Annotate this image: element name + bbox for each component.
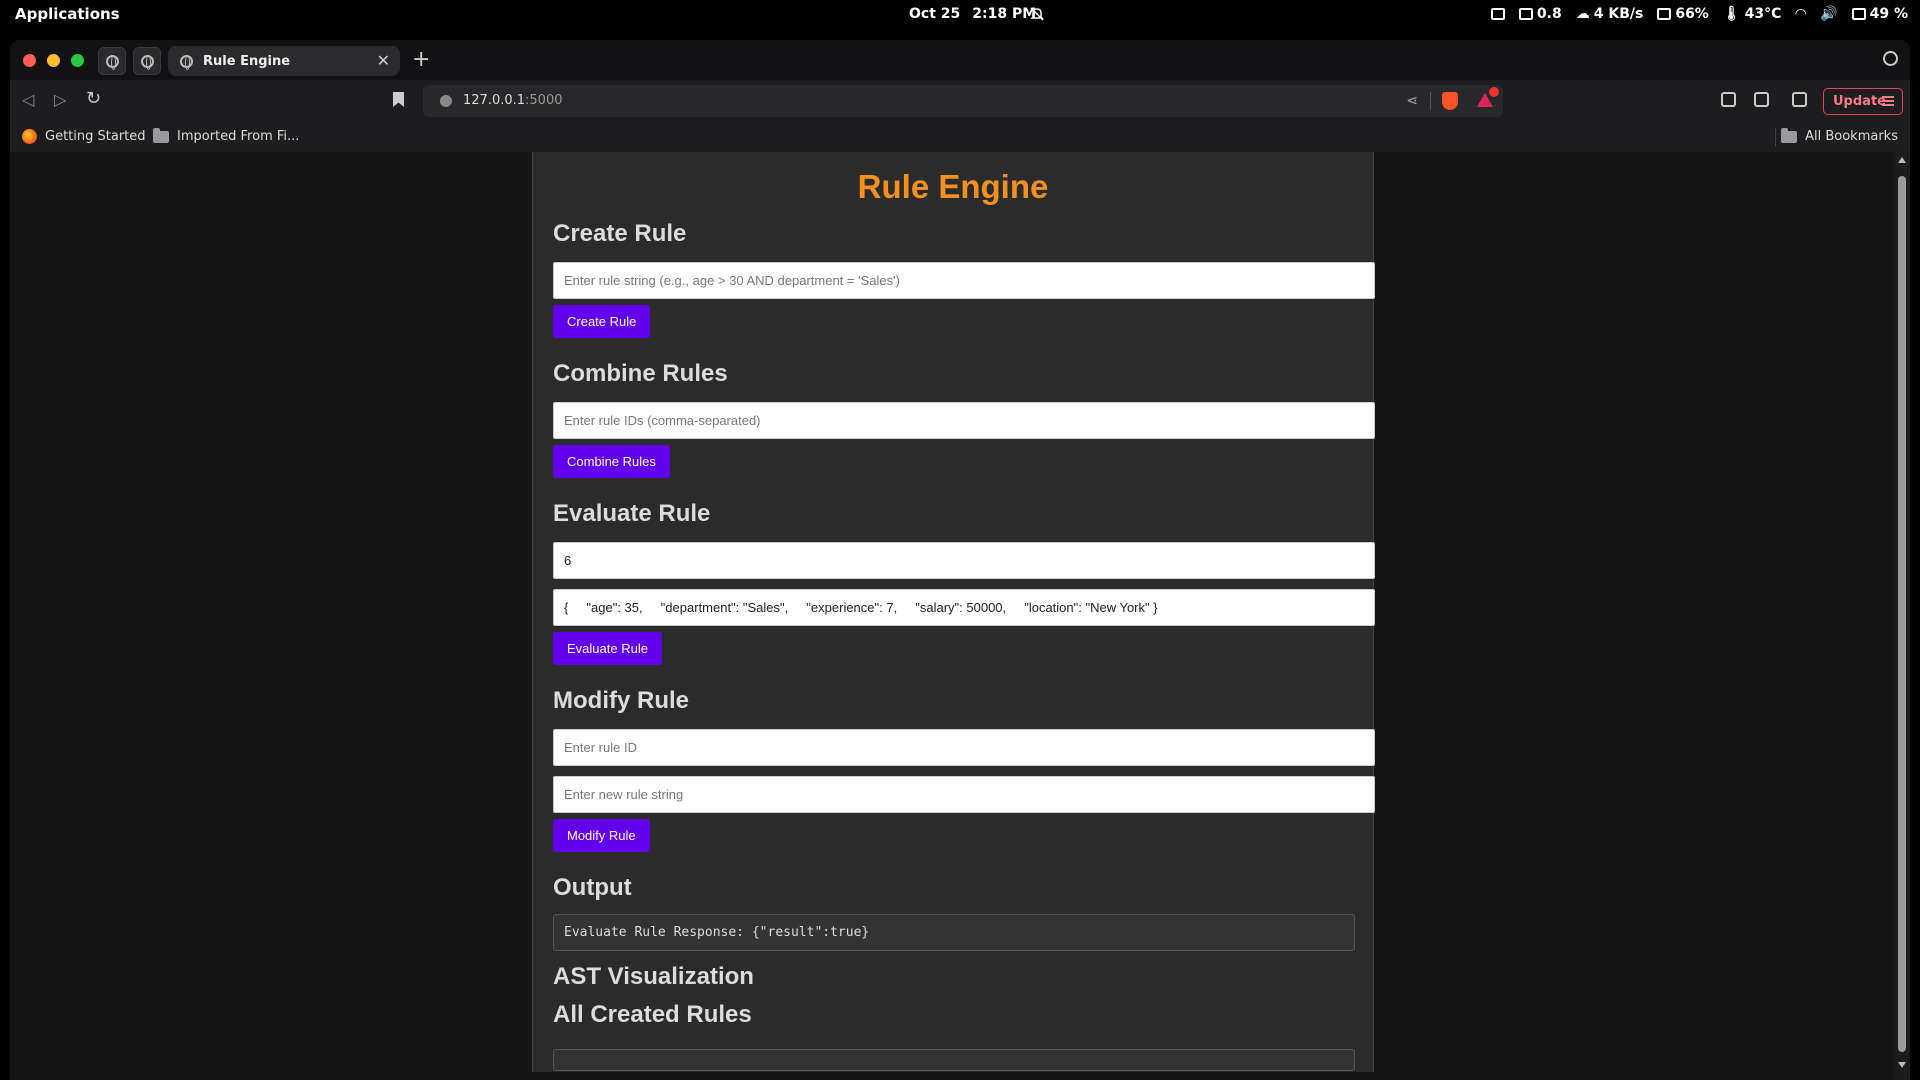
page-title: Rule Engine [857,168,1049,205]
tab-rule-engine[interactable]: Rule Engine ✕ [168,46,400,76]
new-rule-string-input[interactable] [553,776,1375,813]
applications-menu[interactable]: Applications [15,5,120,23]
sidebar-icon[interactable] [1754,92,1769,107]
battery-icon [1851,8,1866,20]
rule-string-input[interactable] [553,262,1375,299]
page-scrollbar[interactable] [1894,152,1910,1080]
modify-rule-id-input[interactable] [553,729,1375,766]
globe-icon [180,54,193,70]
ast-visualization-heading: AST Visualization [553,963,754,990]
system-top-bar: Applications Oct 25 2:18 PM 0.8 ☁ 4 KB/s 6… [0,0,1920,30]
modify-rule-button[interactable]: Modify Rule [553,819,650,852]
new-tab-button[interactable]: + [412,47,430,72]
tab-title: Rule Engine [203,53,291,69]
hamburger-menu-icon [1882,96,1894,106]
evaluate-rule-heading: Evaluate Rule [553,500,711,527]
rule-ids-input[interactable] [553,402,1375,439]
minimize-window-button[interactable] [47,54,60,67]
bookmarks-bar: Getting Started Imported From Fi... All … [10,122,1910,152]
time-label: 2:18 PM [972,6,1037,22]
maximize-window-button[interactable] [71,54,84,67]
firefox-icon [22,129,37,144]
site-info-icon[interactable] [440,95,452,107]
combine-rules-heading: Combine Rules [553,360,728,387]
create-rule-button[interactable]: Create Rule [553,305,651,338]
bookmark-imported-folder[interactable]: Imported From Fi... [153,127,299,144]
divider [1430,92,1431,110]
network-indicator: ☁ 4 KB/s [1575,6,1644,22]
workspace-icon[interactable] [1490,8,1505,20]
tab-search-icon[interactable] [1883,51,1898,66]
temperature-indicator: 🌡 43°C [1722,6,1782,22]
volume-icon[interactable]: 🔊 [1820,6,1837,22]
load-indicator: 0.8 [1518,6,1562,22]
scroll-down-icon[interactable] [1898,1062,1906,1068]
evaluate-rule-button[interactable]: Evaluate Rule [553,632,662,665]
address-bar[interactable]: 127.0.0.1:5000 ⋖ [423,85,1503,117]
globe-icon [140,54,154,70]
wifi-icon[interactable]: ◠ [1795,6,1806,22]
close-window-button[interactable] [23,54,36,67]
extensions-icon[interactable] [1721,92,1736,107]
rule-engine-panel: Rule Engine Create Rule Create Rule Comb… [532,152,1375,1072]
share-icon[interactable]: ⋖ [1406,93,1418,109]
globe-icon [105,54,119,70]
pinned-tab-2[interactable] [133,47,161,75]
all-bookmarks[interactable]: All Bookmarks [1781,127,1898,144]
combine-rules-button[interactable]: Combine Rules [553,445,670,478]
clock[interactable]: Oct 25 2:18 PM [909,6,1048,22]
monitor-icon [1518,8,1533,20]
system-indicators: 0.8 ☁ 4 KB/s 66% 🌡 43°C ◠ 🔊 49 % [1490,6,1908,22]
thermometer-icon: 🌡 [1722,6,1741,22]
battery-indicator[interactable]: 49 % [1851,6,1908,22]
bookmark-getting-started[interactable]: Getting Started [22,129,146,144]
browser-toolbar: ◁ ▷ ↻ 127.0.0.1:5000 ⋖ Update [10,80,1910,122]
output-heading: Output [553,874,632,901]
scroll-thumb[interactable] [1898,176,1906,1052]
close-tab-icon[interactable]: ✕ [377,51,390,70]
wallet-icon[interactable] [1792,92,1807,107]
forward-icon[interactable]: ▷ [54,90,66,109]
page-viewport: Rule Engine Create Rule Create Rule Comb… [10,152,1910,1080]
divider [1775,128,1776,146]
modify-rule-heading: Modify Rule [553,687,689,714]
scroll-up-icon[interactable] [1898,157,1906,163]
notifications-off-icon[interactable] [1029,6,1045,22]
pinned-tab-1[interactable] [98,47,126,75]
evaluate-data-input[interactable] [553,589,1375,626]
back-icon[interactable]: ◁ [22,90,34,109]
created-rules-list [553,1049,1355,1071]
date-label: Oct 25 [909,6,961,22]
cloud-upload-icon: ☁ [1575,6,1590,22]
bookmark-icon[interactable] [393,92,404,107]
brave-shields-icon[interactable] [1442,92,1458,110]
tab-strip: Rule Engine ✕ + [10,40,1910,80]
update-button[interactable]: Update [1823,88,1903,115]
browser-window: Rule Engine ✕ + ◁ ▷ ↻ 127.0.0.1:5000 ⋖ U… [10,40,1910,1080]
output-box: Evaluate Rule Response: {"result":true} [553,914,1355,951]
memory-icon [1657,8,1672,20]
memory-indicator: 66% [1657,6,1709,22]
all-created-rules-heading: All Created Rules [553,1001,752,1028]
reload-icon[interactable]: ↻ [86,88,101,109]
rewards-badge [1489,87,1499,97]
create-rule-heading: Create Rule [553,220,687,247]
url-text[interactable]: 127.0.0.1:5000 [463,93,563,108]
evaluate-rule-id-input[interactable] [553,542,1375,579]
folder-icon [1781,127,1798,143]
folder-icon [153,127,169,143]
